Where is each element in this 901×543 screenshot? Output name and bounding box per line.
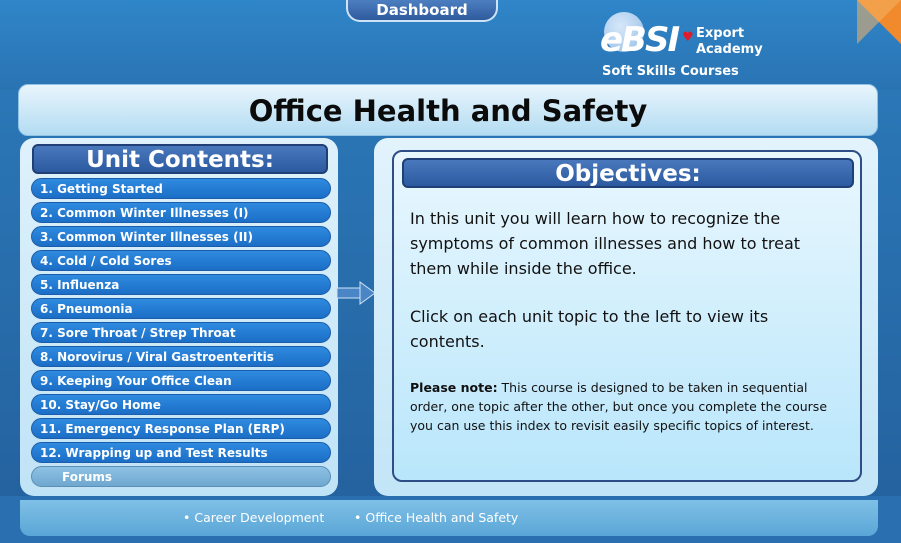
- logo-line1: Export: [696, 26, 745, 41]
- unit-contents-title: Unit Contents:: [32, 144, 328, 174]
- heart-icon: ♥: [682, 30, 694, 45]
- unit-item-office-clean[interactable]: 9. Keeping Your Office Clean: [31, 370, 331, 391]
- unit-item-erp[interactable]: 11. Emergency Response Plan (ERP): [31, 418, 331, 439]
- footer-bar: • Career Development • Office Health and…: [20, 500, 878, 536]
- unit-item-sore-throat[interactable]: 7. Sore Throat / Strep Throat: [31, 322, 331, 343]
- objectives-panel: Objectives: In this unit you will learn …: [374, 138, 878, 496]
- ebsi-logo: eBSI ♥ Export Academy Soft Skills Course…: [600, 8, 770, 80]
- breadcrumb-label: Career Development: [194, 510, 325, 525]
- page-corner-highlight: [857, 0, 901, 44]
- unit-item-winter-illnesses-1[interactable]: 2. Common Winter Illnesses (I): [31, 202, 331, 223]
- unit-item-cold-sores[interactable]: 4. Cold / Cold Sores: [31, 250, 331, 271]
- unit-item-getting-started[interactable]: 1. Getting Started: [31, 178, 331, 199]
- logo-tagline: Soft Skills Courses: [602, 64, 739, 79]
- logo-brand: eBSI: [600, 20, 680, 60]
- objectives-note: Please note: This course is designed to …: [410, 378, 830, 435]
- breadcrumb-label: Office Health and Safety: [365, 510, 519, 525]
- objectives-title: Objectives:: [402, 158, 854, 188]
- breadcrumb-item-office-health[interactable]: • Office Health and Safety: [354, 500, 518, 536]
- unit-contents-panel: Unit Contents: 1. Getting Started 2. Com…: [20, 138, 338, 496]
- dashboard-button[interactable]: Dashboard: [346, 0, 498, 22]
- course-page: Dashboard eBSI ♥ Export Academy Soft Ski…: [0, 0, 901, 543]
- page-title: Office Health and Safety: [18, 84, 878, 136]
- unit-item-pneumonia[interactable]: 6. Pneumonia: [31, 298, 331, 319]
- objectives-instruction: Click on each unit topic to the left to …: [410, 307, 769, 351]
- arrow-right-icon: [336, 281, 376, 305]
- note-label: Please note:: [410, 380, 498, 395]
- logo-line2: Academy: [696, 42, 763, 57]
- breadcrumb-item-career-development[interactable]: • Career Development: [183, 500, 324, 536]
- objectives-intro: In this unit you will learn how to recog…: [410, 209, 801, 278]
- unit-item-norovirus[interactable]: 8. Norovirus / Viral Gastroenteritis: [31, 346, 331, 367]
- objectives-box: Objectives: In this unit you will learn …: [392, 150, 862, 482]
- forums-button[interactable]: Forums: [31, 466, 331, 487]
- unit-item-wrapping-up[interactable]: 12. Wrapping up and Test Results: [31, 442, 331, 463]
- unit-list: 1. Getting Started 2. Common Winter Illn…: [31, 178, 331, 490]
- unit-item-winter-illnesses-2[interactable]: 3. Common Winter Illnesses (II): [31, 226, 331, 247]
- unit-item-influenza[interactable]: 5. Influenza: [31, 274, 331, 295]
- unit-item-stay-go-home[interactable]: 10. Stay/Go Home: [31, 394, 331, 415]
